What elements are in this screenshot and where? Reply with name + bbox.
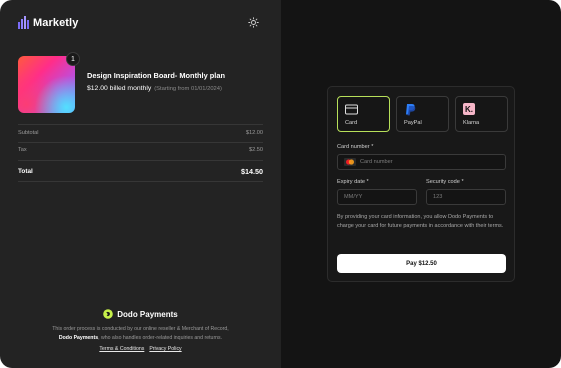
- quantity-badge: 1: [66, 52, 80, 66]
- tax-row: Tax $2.50: [18, 147, 263, 153]
- subtotal-value: $12.00: [245, 130, 263, 136]
- total-row: Total $14.50: [18, 167, 263, 176]
- card-number-placeholder: Card number: [360, 159, 393, 165]
- mastercard-icon: [344, 158, 356, 166]
- consent-text: By providing your card information, you …: [337, 214, 504, 229]
- order-summary-panel: Marketly 1 Design Inspiration Board- Mon…: [0, 0, 281, 368]
- divider: [18, 181, 263, 182]
- provider-name: Dodo Payments: [117, 309, 178, 319]
- method-label: Card: [345, 120, 358, 126]
- expiry-input[interactable]: MM/YY: [337, 189, 417, 205]
- provider-brand: Dodo Payments: [0, 309, 281, 319]
- payment-form: Card PayPal K. Klarna Card number * Card…: [327, 86, 515, 282]
- card-number-label: Card number *: [337, 144, 374, 150]
- total-label: Total: [18, 168, 33, 175]
- expiry-placeholder: MM/YY: [344, 194, 363, 200]
- subtotal-label: Subtotal: [18, 130, 39, 136]
- card-number-input[interactable]: Card number: [337, 154, 506, 170]
- divider: [18, 142, 263, 143]
- total-value: $14.50: [241, 167, 263, 176]
- legal-line-1: This order process is conducted by our o…: [52, 326, 229, 332]
- bar-chart-logo-icon: [18, 16, 29, 29]
- legal-line-2: , who also handles order-related inquiri…: [98, 334, 223, 341]
- product-start-date: (Starting from 01/01/2024): [154, 86, 222, 92]
- product-price-line: $12.00 billed monthly (Starting from 01/…: [87, 85, 222, 92]
- method-label: PayPal: [404, 120, 422, 126]
- payment-panel: Card PayPal K. Klarna Card number * Card…: [281, 0, 561, 368]
- legal-provider: Dodo Payments: [58, 334, 99, 341]
- payment-methods: Card PayPal K. Klarna: [337, 96, 508, 132]
- legal-text: This order process is conducted by our o…: [30, 325, 251, 342]
- expiry-label: Expiry date *: [337, 179, 369, 185]
- pay-button[interactable]: Pay $12.50: [337, 254, 506, 273]
- security-code-placeholder: 123: [433, 194, 443, 200]
- paypal-icon: [406, 104, 416, 116]
- sun-icon[interactable]: [248, 17, 259, 28]
- security-code-input[interactable]: 123: [426, 189, 506, 205]
- brand: Marketly: [18, 16, 78, 29]
- product-price: $12.00 billed monthly: [87, 85, 152, 92]
- klarna-icon: K.: [463, 103, 475, 115]
- security-code-label: Security code *: [426, 179, 464, 185]
- method-klarna[interactable]: K. Klarna: [455, 96, 508, 132]
- card-icon: [345, 104, 358, 115]
- product-image: [18, 56, 75, 113]
- method-label: Klarna: [463, 120, 480, 126]
- dodo-payments-logo-icon: [103, 309, 114, 319]
- tax-value: $2.50: [249, 147, 263, 153]
- product-thumbnail: 1: [18, 52, 80, 113]
- method-paypal[interactable]: PayPal: [396, 96, 449, 132]
- privacy-link[interactable]: Privacy Policy: [149, 346, 181, 352]
- divider: [18, 160, 263, 161]
- brand-name: Marketly: [33, 16, 79, 29]
- method-card[interactable]: Card: [337, 96, 390, 132]
- subtotal-row: Subtotal $12.00: [18, 130, 263, 136]
- product-name: Design Inspiration Board- Monthly plan: [87, 71, 225, 80]
- divider: [18, 124, 263, 125]
- checkout-window: Marketly 1 Design Inspiration Board- Mon…: [0, 0, 561, 368]
- footer-links: Terms & Conditions Privacy Policy: [0, 346, 281, 352]
- tax-label: Tax: [18, 147, 27, 153]
- terms-link[interactable]: Terms & Conditions: [99, 346, 144, 352]
